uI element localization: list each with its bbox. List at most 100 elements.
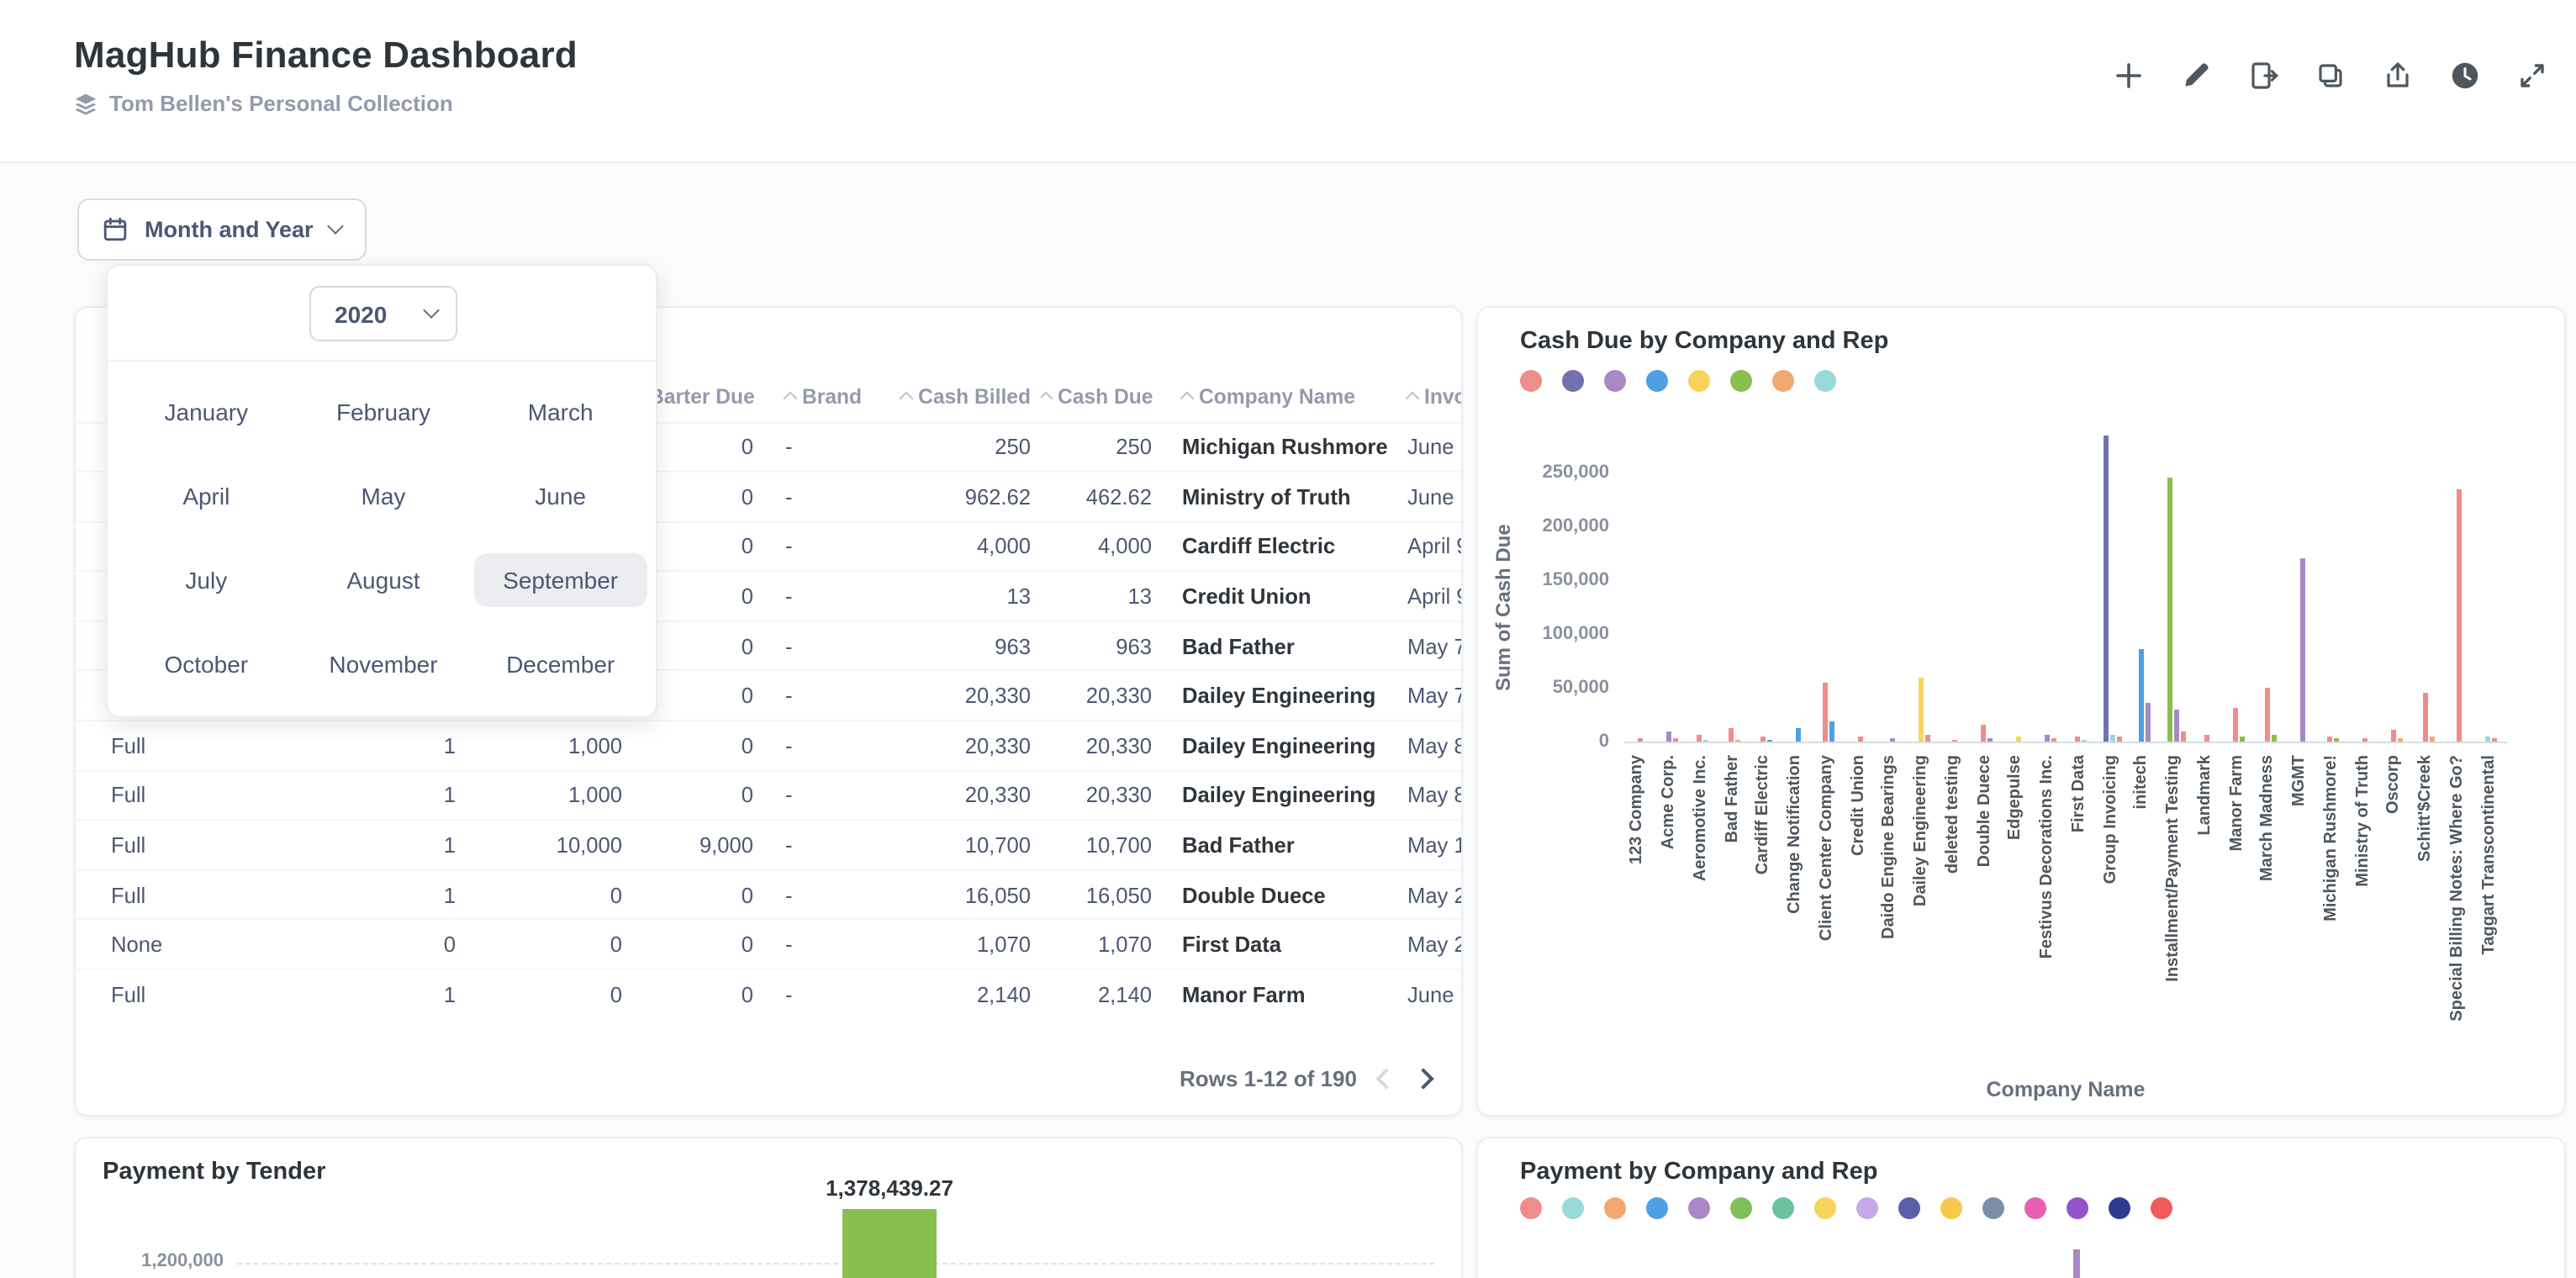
legend-dot[interactable]: [1814, 370, 1836, 392]
bar-michigan-rushmore-[interactable]: [2327, 736, 2333, 742]
bar-double-duece[interactable]: [1987, 738, 1993, 742]
month-option-march[interactable]: March: [472, 370, 649, 454]
bar-dailey-engineering[interactable]: [1918, 677, 1924, 742]
month-year-filter-button[interactable]: Month and Year: [77, 198, 367, 261]
pencil-edit-icon[interactable]: [2179, 59, 2213, 92]
column-header[interactable]: Invoice Date: [1387, 372, 1461, 422]
column-header[interactable]: Brand Name: [763, 372, 866, 422]
bar-taggart-transcontinental[interactable]: [2492, 738, 2498, 742]
column-header[interactable]: Company Name: [1162, 372, 1387, 422]
bar-double-duece[interactable]: [1981, 724, 1987, 742]
bar-michigan-rushmore-[interactable]: [2334, 738, 2340, 742]
legend-dot[interactable]: [1562, 1197, 1584, 1219]
bar-installment-payment-testing[interactable]: [2173, 709, 2179, 742]
month-option-february[interactable]: February: [295, 370, 472, 454]
month-option-april[interactable]: April: [118, 454, 295, 538]
share-icon[interactable]: [2381, 59, 2415, 92]
legend-dot[interactable]: [1520, 370, 1542, 392]
legend-dot[interactable]: [1940, 1197, 1962, 1219]
pagination-next-icon[interactable]: [1412, 1067, 1434, 1089]
legend-dot[interactable]: [1856, 1197, 1878, 1219]
bar-first-data[interactable]: [2082, 739, 2088, 742]
bar-client-center-company[interactable]: [1829, 721, 1835, 742]
bar-manor-farm[interactable]: [2240, 737, 2246, 742]
bar-initech[interactable]: [2145, 702, 2151, 742]
legend-dot[interactable]: [1688, 370, 1710, 392]
bar-123-company[interactable]: [1637, 738, 1643, 742]
legend-dot[interactable]: [2109, 1197, 2130, 1219]
bar-taggart-transcontinental[interactable]: [2485, 736, 2491, 742]
paycomp-bar[interactable]: [2073, 1249, 2080, 1278]
bar-initech[interactable]: [2138, 648, 2144, 742]
add-icon[interactable]: [2112, 59, 2146, 92]
bar-special-billing-notes-where-go-[interactable]: [2457, 488, 2463, 742]
column-header[interactable]: Cash Billed: [866, 372, 1041, 422]
bar-installment-payment-testing[interactable]: [2180, 731, 2186, 742]
bar-oscorp[interactable]: [2390, 729, 2396, 742]
duplicate-icon[interactable]: [2314, 59, 2347, 92]
month-option-october[interactable]: October: [118, 622, 295, 706]
bar-group-invoicing[interactable]: [2110, 735, 2116, 742]
bar-march-madness[interactable]: [2271, 735, 2277, 742]
month-option-august[interactable]: August: [295, 538, 472, 622]
column-header[interactable]: Cash Due: [1041, 372, 1162, 422]
month-option-june[interactable]: June: [472, 454, 649, 538]
bar-acme-corp-[interactable]: [1665, 731, 1671, 742]
bar-dailey-engineering[interactable]: [1924, 735, 1930, 742]
month-option-july[interactable]: July: [118, 538, 295, 622]
month-option-november[interactable]: November: [295, 622, 472, 706]
legend-dot[interactable]: [1646, 370, 1668, 392]
bar-aeromotive-inc-[interactable]: [1703, 739, 1709, 742]
legend-dot[interactable]: [1520, 1197, 1542, 1219]
year-select[interactable]: 2020: [309, 286, 457, 341]
bar-cardiff-electric[interactable]: [1766, 739, 1772, 742]
legend-dot[interactable]: [1898, 1197, 1920, 1219]
bar-mgmt[interactable]: [2299, 558, 2305, 742]
legend-dot[interactable]: [1562, 370, 1584, 392]
tender-bar[interactable]: [842, 1209, 937, 1278]
bar-change-notification[interactable]: [1795, 728, 1801, 742]
bar-march-madness[interactable]: [2264, 688, 2270, 742]
bar-edgepulse[interactable]: [2015, 737, 2021, 742]
legend-dot[interactable]: [1814, 1197, 1836, 1219]
page-arrow-icon[interactable]: [2246, 59, 2280, 92]
month-option-september[interactable]: September: [472, 538, 649, 622]
bar-group-invoicing[interactable]: [2104, 435, 2109, 742]
legend-dot[interactable]: [1604, 1197, 1626, 1219]
bar-ministry-of-truth[interactable]: [2362, 738, 2368, 742]
pagination-prev-icon[interactable]: [1375, 1067, 1397, 1089]
legend-dot[interactable]: [1982, 1197, 2004, 1219]
bar-festivus-decorations-inc-[interactable]: [2051, 738, 2056, 742]
bar-festivus-decorations-inc-[interactable]: [2044, 735, 2050, 742]
clock-icon[interactable]: [2448, 59, 2482, 92]
bar-acme-corp-[interactable]: [1672, 738, 1678, 742]
legend-dot[interactable]: [2024, 1197, 2046, 1219]
bar-schitt-creek[interactable]: [2429, 737, 2435, 742]
bar-landmark[interactable]: [2204, 735, 2210, 742]
bar-daido-engine-bearings[interactable]: [1889, 738, 1895, 742]
bar-first-data[interactable]: [2075, 737, 2081, 742]
bar-cardiff-electric[interactable]: [1760, 737, 1766, 742]
bar-oscorp[interactable]: [2397, 738, 2403, 742]
legend-dot[interactable]: [1604, 370, 1626, 392]
legend-dot[interactable]: [2151, 1197, 2172, 1219]
bar-bad-father[interactable]: [1729, 727, 1734, 742]
bar-credit-union[interactable]: [1858, 736, 1864, 742]
fullscreen-icon[interactable]: [2515, 59, 2549, 92]
bar-installment-payment-testing[interactable]: [2167, 478, 2172, 742]
legend-dot[interactable]: [1646, 1197, 1668, 1219]
bar-deleted-testing[interactable]: [1952, 739, 1958, 742]
bar-client-center-company[interactable]: [1823, 682, 1829, 742]
legend-dot[interactable]: [1772, 1197, 1794, 1219]
legend-dot[interactable]: [2067, 1197, 2088, 1219]
bar-bad-father[interactable]: [1735, 739, 1741, 742]
bar-group-invoicing[interactable]: [2117, 737, 2123, 742]
legend-dot[interactable]: [1772, 370, 1794, 392]
breadcrumb-collection[interactable]: Tom Bellen's Personal Collection: [74, 91, 453, 116]
legend-dot[interactable]: [1688, 1197, 1710, 1219]
bar-aeromotive-inc-[interactable]: [1697, 735, 1702, 742]
bar-schitt-creek[interactable]: [2422, 693, 2428, 742]
month-option-january[interactable]: January: [118, 370, 295, 454]
legend-dot[interactable]: [1730, 370, 1752, 392]
month-option-december[interactable]: December: [472, 622, 649, 706]
